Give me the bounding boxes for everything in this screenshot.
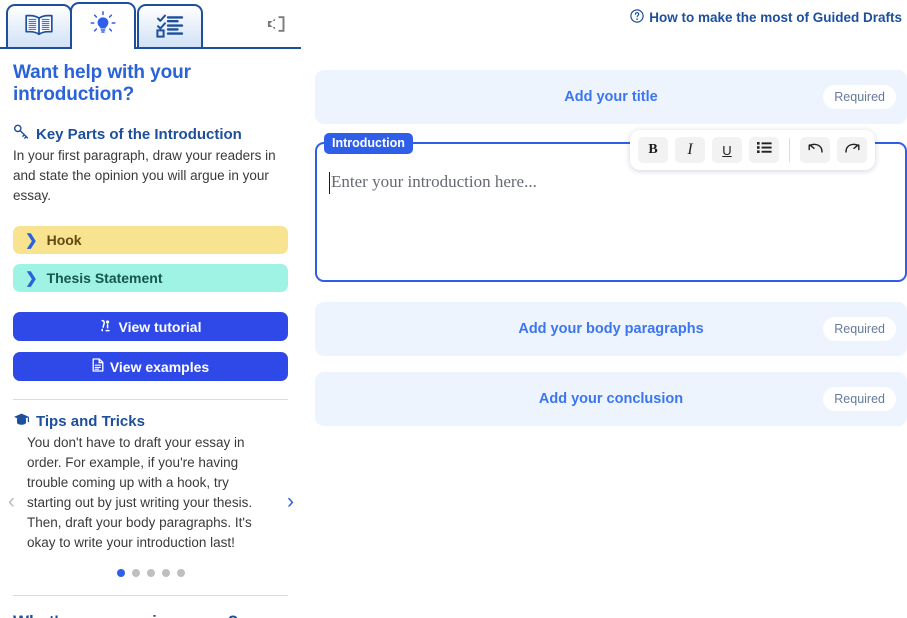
carousel-prev-button[interactable]: ‹ (8, 491, 15, 512)
persuasive-essay-title: What's a persuasive essay? (13, 612, 288, 618)
tabstrip-underline (0, 47, 301, 49)
carousel-dot[interactable] (146, 569, 155, 577)
carousel-dot[interactable] (161, 569, 170, 577)
part-item-thesis[interactable]: ❯ Thesis Statement (13, 264, 288, 292)
formatting-toolbar: B I U (630, 130, 875, 170)
view-examples-label: View examples (109, 358, 210, 375)
part-item-label: Hook (46, 232, 82, 248)
undo-button[interactable] (800, 137, 830, 163)
carousel-dots (13, 569, 288, 577)
section-title-label: Add your title (564, 89, 658, 105)
carousel-dot[interactable] (116, 569, 125, 577)
help-sidebar: Want help with your introduction? Key Pa… (0, 0, 301, 618)
guided-drafts-help-link[interactable]: How to make the most of Guided Drafts (630, 9, 902, 26)
collapse-panel-button[interactable] (263, 14, 289, 38)
bullet-list-icon (756, 141, 772, 159)
carousel-next-button[interactable]: › (287, 491, 294, 512)
redo-button[interactable] (837, 137, 867, 163)
bullet-list-button[interactable] (749, 137, 779, 163)
tutorial-icon (100, 319, 113, 335)
section-title-label: Add your conclusion (538, 391, 684, 407)
introduction-textarea-placeholder[interactable]: Enter your introduction here... (331, 172, 537, 192)
checklist-icon (155, 12, 185, 43)
status-badge: Required (823, 85, 896, 109)
underline-button[interactable]: U (712, 137, 742, 163)
tip-text: You don't have to draft your essay in or… (27, 435, 253, 550)
sidebar-divider (13, 399, 288, 400)
key-parts-description: In your first paragraph, draw your reade… (13, 148, 276, 203)
editor-section-badge: Introduction (324, 133, 413, 154)
text-caret (329, 172, 330, 194)
bold-button[interactable]: B (638, 137, 668, 163)
part-item-label: Thesis Statement (46, 270, 163, 286)
graduation-cap-icon (13, 412, 30, 431)
view-examples-button[interactable]: View examples (13, 352, 288, 381)
page-title: Want help with your introduction? (13, 62, 191, 105)
carousel-dot[interactable] (131, 569, 140, 577)
undo-icon (807, 141, 824, 159)
section-card-conclusion[interactable]: Add your conclusion Required (315, 372, 907, 426)
document-icon (92, 358, 104, 375)
section-card-title[interactable]: Add your title Required (315, 70, 907, 124)
chevron-right-icon: ❯ (25, 231, 38, 249)
chevron-right-icon: ❯ (25, 269, 38, 287)
key-parts-heading: Key Parts of the Introduction (13, 124, 288, 144)
redo-icon (844, 141, 861, 159)
sidebar-divider-2 (13, 595, 288, 596)
part-item-hook[interactable]: ❯ Hook (13, 226, 288, 254)
status-badge: Required (823, 387, 896, 411)
tips-carousel: ‹ › You don't have to draft your essay i… (8, 433, 294, 577)
guided-drafts-help-label: How to make the most of Guided Drafts (649, 10, 902, 25)
key-icon (13, 124, 30, 144)
lightbulb-icon (89, 10, 117, 43)
italic-button[interactable]: I (675, 137, 705, 163)
collapse-panel-icon (265, 14, 287, 39)
book-icon (24, 13, 54, 42)
tips-heading-label: Tips and Tricks (36, 413, 145, 430)
toolbar-divider (789, 138, 790, 162)
sidebar-content: Want help with your introduction? Key Pa… (0, 62, 301, 618)
view-tutorial-label: View tutorial (118, 318, 202, 335)
section-title-label: Add your body paragraphs (518, 321, 704, 337)
sidebar-tab-book[interactable] (6, 4, 72, 49)
carousel-dot[interactable] (176, 569, 185, 577)
sidebar-tabstrip (0, 0, 301, 49)
view-tutorial-button[interactable]: View tutorial (13, 312, 288, 341)
sidebar-tab-ideas[interactable] (70, 2, 136, 49)
tips-heading: Tips and Tricks (13, 412, 288, 431)
question-circle-icon (630, 9, 644, 26)
key-parts-heading-label: Key Parts of the Introduction (36, 125, 242, 143)
section-card-body-paragraphs[interactable]: Add your body paragraphs Required (315, 302, 907, 356)
sidebar-tab-checklist[interactable] (137, 4, 203, 49)
status-badge: Required (823, 317, 896, 341)
draft-main-area: How to make the most of Guided Drafts Ad… (301, 0, 907, 618)
active-tab-gap (72, 46, 134, 49)
